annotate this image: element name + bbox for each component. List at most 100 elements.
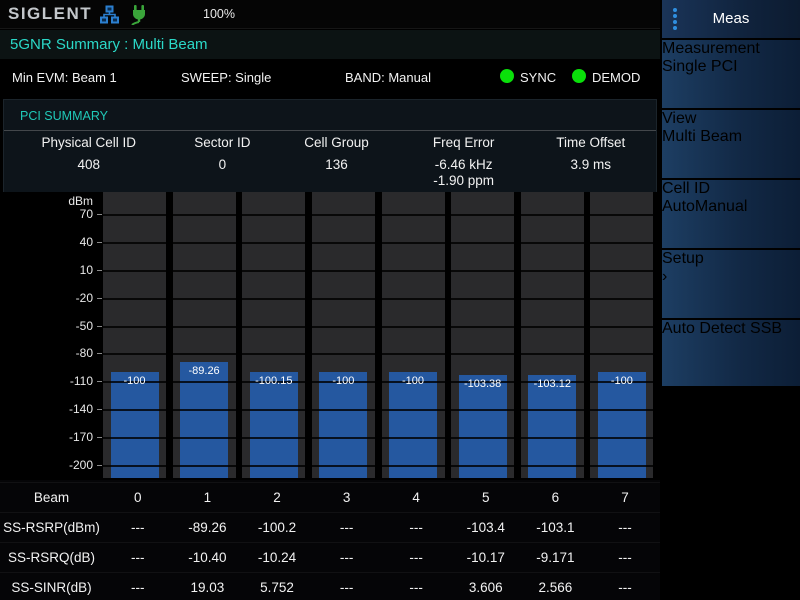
y-axis-tick-mark	[97, 437, 102, 438]
pci-field-label: Time Offset	[526, 135, 656, 157]
beam-bar	[319, 372, 367, 478]
y-axis-tick-label: -50	[76, 319, 93, 333]
chart-gridline	[103, 326, 660, 328]
softkey-value: Multi Beam	[662, 128, 800, 146]
table-cell: 6	[521, 483, 591, 513]
pci-field: Time Offset3.9 ms	[526, 135, 656, 189]
chart-gridline	[103, 409, 660, 411]
y-axis-tick-mark	[97, 409, 102, 410]
y-axis-tick-mark	[97, 242, 102, 243]
softkey-label: Measurement	[662, 40, 800, 58]
chart-gridline	[103, 353, 660, 355]
beam-bar-value-label: -103.12	[528, 378, 576, 390]
sync-label: SYNC	[520, 70, 556, 85]
table-cell: 2.566	[521, 573, 591, 600]
softkey-setup[interactable]: Setup›	[662, 250, 800, 318]
y-axis-tick-label: -110	[70, 374, 93, 388]
power-plug-icon	[130, 5, 148, 25]
table-cell: -10.24	[242, 543, 312, 573]
menu-header-meas[interactable]: Meas	[662, 0, 800, 38]
softkey-label: Auto Detect SSB	[662, 320, 800, 338]
table-cell: 7	[590, 483, 660, 513]
table-cell: 0	[103, 483, 173, 513]
y-axis-tick-label: -200	[69, 458, 93, 472]
pci-field-label: Physical Cell ID	[4, 135, 174, 157]
table-header-row: Beam01234567	[0, 482, 660, 513]
toggle-option-auto[interactable]: Auto	[662, 198, 695, 215]
table-cell: ---	[312, 543, 382, 573]
pci-summary-panel: PCI SUMMARY Physical Cell ID408Sector ID…	[4, 100, 656, 192]
table-cell: 3	[312, 483, 382, 513]
toggle-option-manual[interactable]: Manual	[695, 198, 747, 215]
table-cell: -100.2	[242, 513, 312, 543]
y-axis-tick-mark	[97, 326, 102, 327]
table-row-label: Beam	[0, 483, 103, 513]
lan-network-icon	[100, 5, 119, 24]
y-axis-tick-mark	[97, 381, 102, 382]
table-cell: -89.26	[173, 513, 243, 543]
softkey-measurement[interactable]: MeasurementSingle PCI	[662, 40, 800, 108]
table-cell: -103.4	[451, 513, 521, 543]
pci-heading-divider	[4, 130, 656, 131]
beam-bar	[459, 375, 507, 478]
y-axis-tick-mark	[97, 298, 102, 299]
softkey-cell-id[interactable]: Cell IDAutoManual	[662, 180, 800, 248]
table-cell: 2	[242, 483, 312, 513]
chart-gridline	[103, 381, 660, 383]
table-cell: ---	[103, 513, 173, 543]
beam-bar-value-label: -100	[598, 375, 646, 387]
pci-field-label: Sector ID	[174, 135, 272, 157]
instrument-screen: SIGLENT	[0, 0, 800, 600]
table-cell: ---	[103, 543, 173, 573]
table-cell: -10.40	[173, 543, 243, 573]
menu-header-label: Meas	[662, 10, 800, 27]
y-axis-tick-mark	[97, 270, 102, 271]
y-axis-tick-label: 10	[80, 263, 93, 277]
table-cell: 5	[451, 483, 521, 513]
y-axis-tick-mark	[97, 465, 102, 466]
beam-bar-value-label: -100	[389, 375, 437, 387]
pci-field-value: -6.46 kHz	[402, 157, 526, 173]
submenu-chevron-icon: ›	[662, 268, 800, 286]
softkey-auto-detect-ssb[interactable]: Auto Detect SSB	[662, 320, 800, 386]
softkey-label: View	[662, 110, 800, 128]
pci-field: Cell Group136	[271, 135, 401, 189]
pci-field-value: 408	[4, 157, 174, 173]
beam-bar-value-label: -100	[319, 375, 367, 387]
softkey-toggle-options: AutoManual	[662, 198, 800, 216]
table-cell: ---	[590, 543, 660, 573]
table-cell: 19.03	[173, 573, 243, 600]
chart-y-axis: dBm 704010-20-50-80-110-140-170-200	[0, 192, 103, 480]
beam-bar	[598, 372, 646, 478]
beam-bar	[180, 362, 228, 478]
chart-gridline	[103, 465, 660, 467]
battery-percent: 100%	[203, 7, 235, 21]
table-cell: -9.171	[521, 543, 591, 573]
pci-field-label: Cell Group	[271, 135, 401, 157]
beam-bar-value-label: -89.26	[180, 365, 228, 377]
pci-field-value: 0	[174, 157, 272, 173]
measurement-title-bar: 5GNR Summary : Multi Beam	[0, 30, 660, 59]
y-axis-unit-label: dBm	[68, 194, 93, 208]
y-axis-tick-label: -170	[69, 430, 93, 444]
softkey-view[interactable]: ViewMulti Beam	[662, 110, 800, 178]
table-row-label: SS-RSRP(dBm)	[0, 513, 103, 543]
y-axis-tick-label: 40	[80, 235, 93, 249]
beam-bar-value-label: -103.38	[459, 378, 507, 390]
siglent-logo: SIGLENT	[8, 4, 92, 24]
beam-bar-value-label: -100	[111, 375, 159, 387]
demod-indicator-icon	[572, 69, 586, 83]
chart-gridline	[103, 298, 660, 300]
table-cell: ---	[312, 573, 382, 600]
pci-field: Freq Error-6.46 kHz-1.90 ppm	[402, 135, 526, 189]
pci-summary-heading: PCI SUMMARY	[20, 109, 108, 123]
y-axis-tick-label: 70	[80, 207, 93, 221]
chart-gridline	[103, 214, 660, 216]
pci-field-value: -1.90 ppm	[402, 173, 526, 189]
table-row-label: SS-RSRQ(dB)	[0, 543, 103, 573]
sweep-status: SWEEP: Single	[181, 70, 271, 85]
y-axis-tick-label: -140	[69, 402, 93, 416]
table-cell: 1	[173, 483, 243, 513]
softkey-label: Setup	[662, 250, 800, 268]
y-axis-tick-label: -80	[76, 346, 93, 360]
